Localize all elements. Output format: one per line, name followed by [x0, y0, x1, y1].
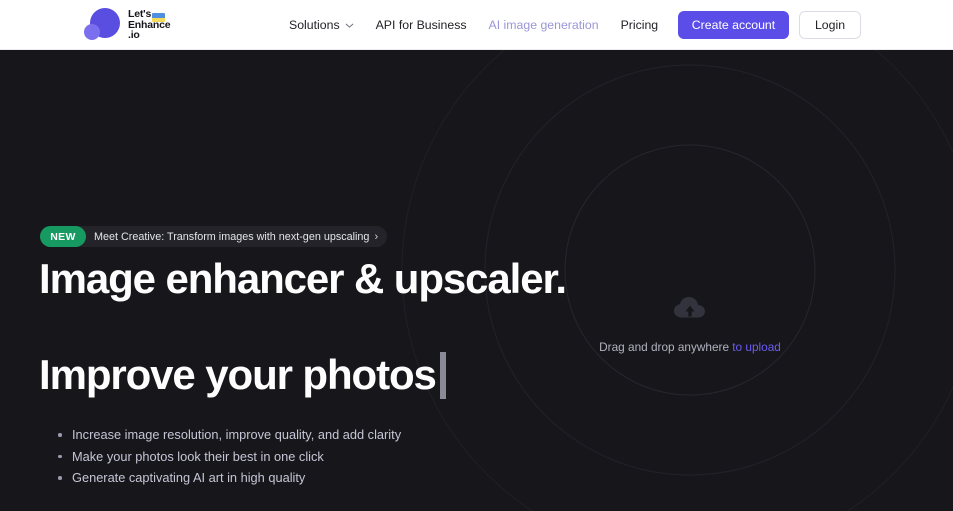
nav-item-ai-image-generation[interactable]: AI image generation: [489, 18, 599, 32]
nav-label-ai-image-generation: AI image generation: [488, 18, 599, 32]
nav-label-pricing: Pricing: [620, 18, 659, 32]
logo-mark-icon: [84, 7, 121, 44]
hero-typed-headline: Improve your photos: [39, 351, 437, 398]
upload-link[interactable]: to upload: [732, 340, 781, 354]
hero-section: NEW Meet Creative: Transform images with…: [0, 50, 953, 511]
list-item: Increase image resolution, improve quali…: [58, 424, 401, 446]
nav-label-solutions: Solutions: [289, 18, 340, 32]
create-account-button[interactable]: Create account: [678, 11, 789, 39]
chevron-right-icon: ›: [374, 230, 379, 243]
list-item: Generate captivating AI art in high qual…: [58, 467, 401, 489]
announcement-badge[interactable]: NEW Meet Creative: Transform images with…: [40, 226, 388, 247]
badge-text: Meet Creative: Transform images with nex…: [94, 230, 370, 243]
cloud-upload-icon: [673, 296, 707, 325]
site-header: Let's Enhance .io Solutions API for Busi…: [0, 0, 953, 50]
hero-feature-list: Increase image resolution, improve quali…: [58, 424, 401, 489]
hero-typed-headline-row: Improve your photos: [39, 351, 446, 399]
dropzone-label: Drag and drop anywhere: [599, 340, 733, 354]
list-item: Make your photos look their best in one …: [58, 446, 401, 468]
ukraine-flag-icon: [152, 13, 165, 22]
dropzone-text: Drag and drop anywhere to upload: [599, 340, 781, 354]
main-nav: Solutions API for Business AI image gene…: [289, 0, 705, 50]
chevron-down-icon: [345, 21, 354, 30]
hero-headline: Image enhancer & upscaler.: [39, 255, 567, 302]
logo-line-3: .io: [128, 29, 140, 42]
typing-caret: [439, 351, 446, 399]
nav-item-api-for-business[interactable]: API for Business: [376, 18, 467, 32]
nav-label-api-for-business: API for Business: [375, 18, 467, 32]
login-button[interactable]: Login: [799, 11, 861, 39]
badge-new-pill: NEW: [40, 226, 86, 247]
nav-item-pricing[interactable]: Pricing: [621, 18, 659, 32]
nav-item-solutions[interactable]: Solutions: [289, 18, 354, 32]
upload-dropzone[interactable]: Drag and drop anywhere to upload: [570, 250, 810, 370]
